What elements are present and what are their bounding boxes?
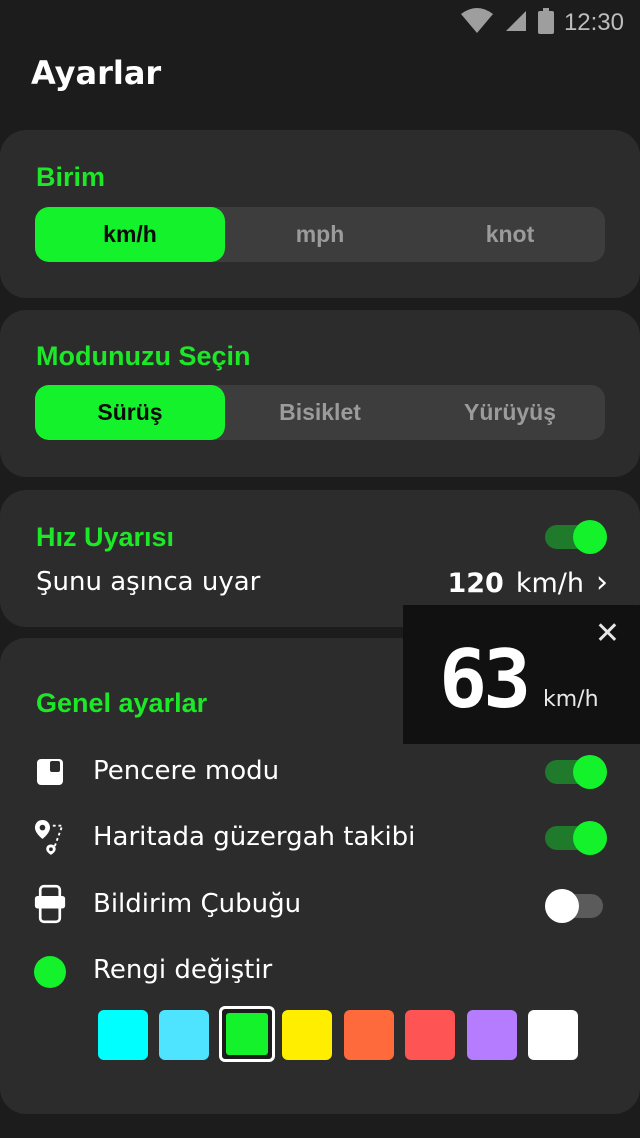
speed-alert-label: Şunu aşınca uyar xyxy=(36,567,261,597)
unit-segmented-control: km/h mph knot xyxy=(35,207,605,262)
mode-card: Modunuzu Seçin Sürüş Bisiklet Yürüyüş xyxy=(0,310,640,477)
mode-option-bicycle[interactable]: Bisiklet xyxy=(225,385,415,440)
phone-notification-icon xyxy=(34,882,66,926)
toggle-knob xyxy=(573,520,607,554)
unit-option-mph[interactable]: mph xyxy=(225,207,415,262)
route-tracking-toggle[interactable] xyxy=(545,821,607,855)
speed-digits: 63 xyxy=(439,633,531,726)
notification-bar-label: Bildirim Çubuğu xyxy=(93,889,302,919)
speed-alert-toggle[interactable] xyxy=(545,520,607,554)
speed-alert-unit: km/h xyxy=(515,568,584,599)
color-change-label: Rengi değiştir xyxy=(93,955,273,985)
signal-icon xyxy=(504,9,528,37)
route-pin-icon xyxy=(34,817,66,857)
notification-bar-toggle[interactable] xyxy=(545,889,607,923)
toggle-knob xyxy=(573,755,607,789)
unit-option-knot[interactable]: knot xyxy=(415,207,605,262)
speed-alert-title: Hız Uyarısı xyxy=(36,522,175,552)
status-time: 12:30 xyxy=(563,9,624,36)
floating-speedometer[interactable]: ✕ 63 km/h xyxy=(403,605,640,744)
chevron-right-icon: › xyxy=(596,565,608,600)
window-mode-toggle[interactable] xyxy=(545,755,607,789)
color-swatch-green-fill xyxy=(226,1013,268,1055)
color-swatch-light-blue[interactable] xyxy=(159,1010,209,1060)
wifi-icon xyxy=(460,8,494,38)
page-title: Ayarlar xyxy=(31,54,162,92)
unit-section-title: Birim xyxy=(36,162,106,192)
status-bar: 12:30 xyxy=(0,0,640,44)
mode-option-driving[interactable]: Sürüş xyxy=(35,385,225,440)
route-tracking-label: Haritada güzergah takibi xyxy=(93,822,416,852)
general-section-title: Genel ayarlar xyxy=(36,688,208,718)
window-icon xyxy=(34,756,66,788)
current-color-dot xyxy=(34,956,66,988)
color-swatch-orange[interactable] xyxy=(344,1010,394,1060)
color-swatch-cyan[interactable] xyxy=(98,1010,148,1060)
battery-icon xyxy=(537,8,554,38)
toggle-knob xyxy=(545,889,579,923)
unit-option-kmh[interactable]: km/h xyxy=(35,207,225,262)
toggle-knob xyxy=(573,821,607,855)
speed-alert-value: 120 xyxy=(447,568,504,599)
color-swatch-purple[interactable] xyxy=(467,1010,517,1060)
mode-section-title: Modunuzu Seçin xyxy=(36,341,251,371)
color-dot-icon xyxy=(34,956,66,988)
color-swatch-yellow[interactable] xyxy=(282,1010,332,1060)
speed-alert-value-button[interactable]: 120 km/h › xyxy=(447,565,608,600)
color-swatch-white[interactable] xyxy=(528,1010,578,1060)
color-swatch-red[interactable] xyxy=(405,1010,455,1060)
mode-segmented-control: Sürüş Bisiklet Yürüyüş xyxy=(35,385,605,440)
window-mode-label: Pencere modu xyxy=(93,756,280,786)
status-icons: 12:30 xyxy=(460,8,624,38)
unit-card: Birim km/h mph knot xyxy=(0,130,640,298)
mode-option-walking[interactable]: Yürüyüş xyxy=(415,385,605,440)
close-icon[interactable]: ✕ xyxy=(595,619,620,649)
speed-unit: km/h xyxy=(543,687,599,712)
color-swatch-green-selected[interactable] xyxy=(219,1006,275,1062)
